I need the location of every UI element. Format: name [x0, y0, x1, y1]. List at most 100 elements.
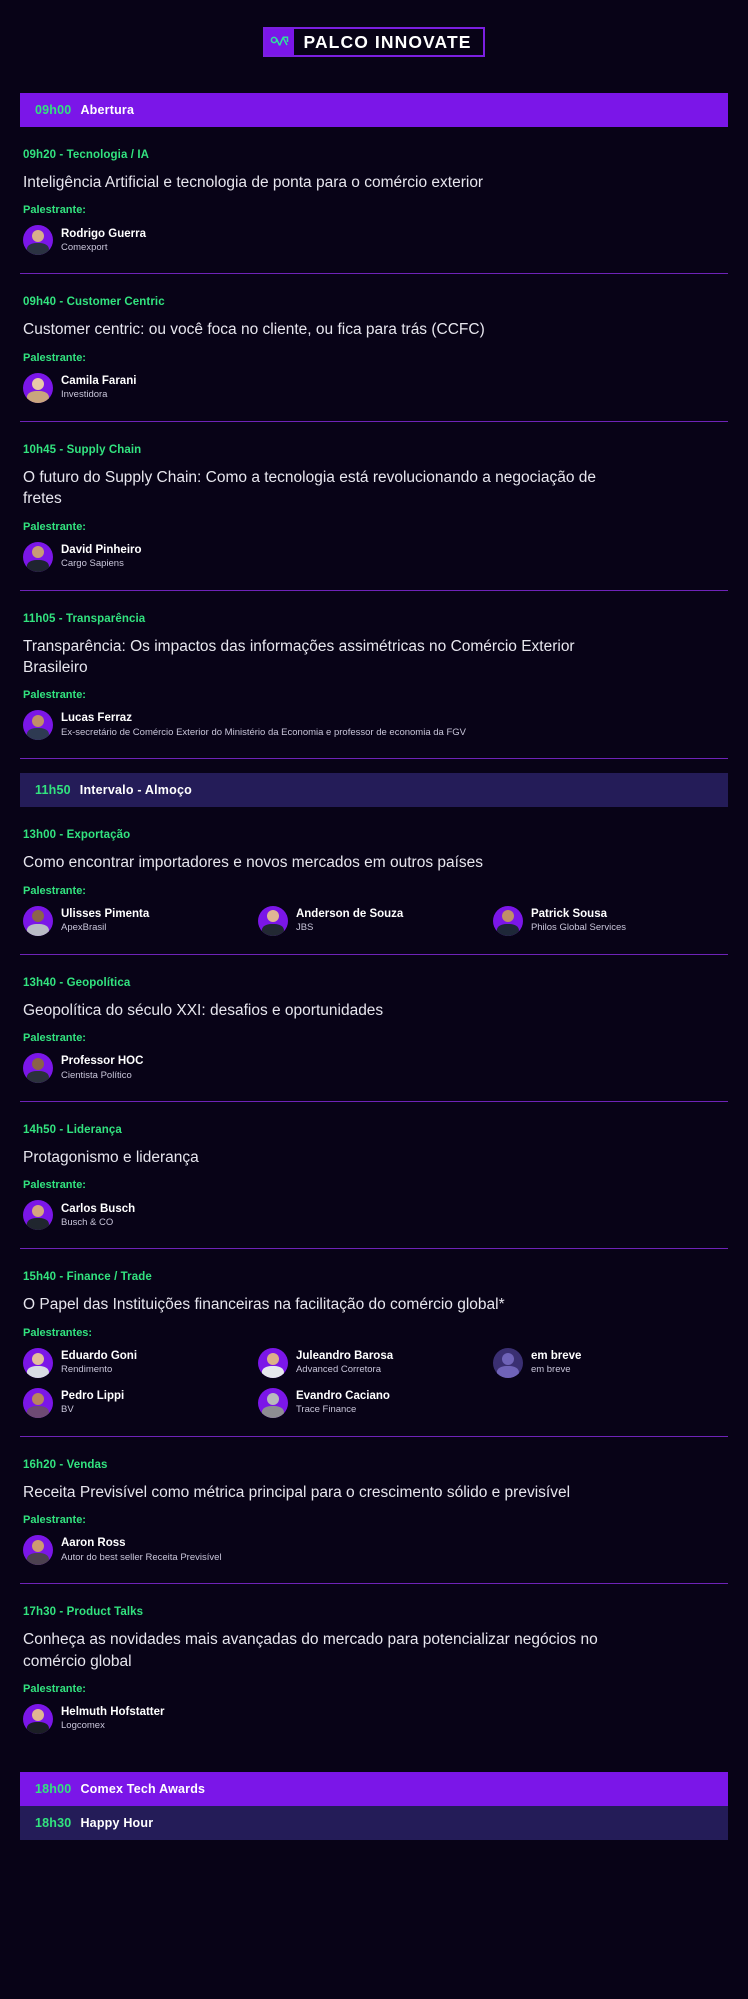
- avatar: [492, 905, 523, 936]
- avatar: [23, 372, 53, 403]
- speaker-name: Patrick Sousa: [530, 907, 608, 920]
- speaker-name: em breve: [530, 1349, 582, 1362]
- speaker-org: Cientista Político: [61, 1069, 132, 1081]
- speaker-grid: Camila Farani Investidora: [23, 372, 728, 403]
- session-finance-trade[interactable]: 15h40 - Finance / Trade O Papel das Inst…: [20, 1249, 728, 1437]
- banner-label: Happy Hour: [80, 1815, 154, 1830]
- speaker-org: JBS: [295, 922, 314, 934]
- speaker-card[interactable]: Lucas Ferraz Ex-secretário de Comércio E…: [23, 710, 728, 741]
- session-time-track: 10h45 - Supply Chain: [23, 443, 142, 456]
- speaker-grid: Rodrigo Guerra Comexport: [23, 225, 728, 256]
- session-title: Geopolítica do século XXI: desafios e op…: [23, 1001, 384, 1019]
- session-title: Customer centric: ou você foca no client…: [23, 321, 485, 339]
- avatar: [257, 1387, 288, 1418]
- session-title: Inteligência Artificial e tecnologia de …: [23, 174, 484, 191]
- session-supply-chain[interactable]: 10h45 - Supply Chain O futuro do Supply …: [20, 422, 728, 591]
- speaker-name: Camila Farani: [61, 374, 137, 387]
- speaker-org: Ex-secretário de Comércio Exterior do Mi…: [61, 726, 466, 738]
- session-title: Transparência: Os impactos das informaçõ…: [23, 637, 575, 676]
- speaker-org: Investidora: [61, 389, 108, 401]
- speaker-card[interactable]: Professor HOC Cientista Político: [23, 1053, 728, 1083]
- speaker-name: Ulisses Pimenta: [61, 907, 150, 920]
- speaker-grid: Eduardo Goni Rendimento Juleandro Barosa…: [23, 1347, 728, 1418]
- speaker-card[interactable]: Carlos Busch Busch & CO: [23, 1200, 728, 1231]
- avatar: [23, 1387, 53, 1418]
- banner-time: 11h50: [35, 783, 71, 798]
- speaker-card[interactable]: Rodrigo Guerra Comexport: [23, 225, 728, 256]
- logo-text: PALCO INNOVATE: [303, 31, 472, 52]
- session-product-talks[interactable]: 17h30 - Product Talks Conheça as novidad…: [20, 1584, 728, 1752]
- banner-label: Comex Tech Awards: [80, 1781, 206, 1796]
- speakers-label: Palestrante:: [23, 884, 86, 897]
- session-time-track: 09h40 - Customer Centric: [23, 296, 165, 309]
- speaker-grid: Ulisses Pimenta ApexBrasil Anderson de S…: [23, 905, 728, 936]
- speaker-name: Juleandro Barosa: [295, 1349, 394, 1362]
- speaker-org: Comexport: [61, 241, 108, 253]
- session-time-track: 11h05 - Transparência: [23, 612, 146, 625]
- session-tecnologia-ia[interactable]: 09h20 - Tecnologia / IA Inteligência Art…: [20, 127, 728, 275]
- session-title: Protagonismo e liderança: [23, 1149, 199, 1166]
- speaker-card[interactable]: Anderson de Souza JBS: [257, 905, 493, 936]
- banner-happy-hour[interactable]: 18h30 Happy Hour: [20, 1805, 728, 1840]
- banner-abertura[interactable]: 09h00 Abertura: [20, 93, 728, 127]
- speaker-grid: Professor HOC Cientista Político: [23, 1053, 728, 1083]
- session-exportacao[interactable]: 13h00 - Exportação Como encontrar import…: [20, 807, 728, 955]
- session-vendas[interactable]: 16h20 - Vendas Receita Previsível como m…: [20, 1437, 728, 1585]
- banner-label: Abertura: [80, 103, 135, 117]
- speaker-card[interactable]: Patrick Sousa Philos Global Services: [492, 905, 728, 936]
- speaker-org: Philos Global Services: [530, 922, 626, 934]
- speaker-org: Busch & CO: [61, 1216, 114, 1228]
- speakers-label: Palestrante:: [23, 204, 86, 217]
- speakers-label: Palestrante:: [23, 520, 86, 533]
- avatar: [23, 1053, 53, 1083]
- banner-comex-tech-awards[interactable]: 18h00 Comex Tech Awards: [20, 1771, 728, 1806]
- avatar: [257, 905, 288, 936]
- session-time-track: 13h40 - Geopolítica: [23, 976, 131, 989]
- speaker-name: Pedro Lippi: [61, 1389, 125, 1402]
- session-customer-centric[interactable]: 09h40 - Customer Centric Customer centri…: [20, 274, 728, 422]
- speaker-card[interactable]: Helmuth Hofstatter Logcomex: [23, 1703, 728, 1734]
- speaker-org: ApexBrasil: [61, 922, 107, 934]
- analytics-arrow-icon: [265, 29, 295, 55]
- speaker-name: Evandro Caciano: [295, 1389, 390, 1402]
- speaker-card-placeholder[interactable]: em breve em breve: [492, 1347, 728, 1378]
- speaker-card[interactable]: Ulisses Pimenta ApexBrasil: [23, 905, 258, 936]
- agenda-list: 09h00 Abertura 09h20 - Tecnologia / IA I…: [0, 93, 748, 1866]
- speakers-label: Palestrante:: [23, 351, 86, 364]
- avatar: [257, 1347, 288, 1378]
- session-time-track: 16h20 - Vendas: [23, 1458, 108, 1471]
- session-time-track: 15h40 - Finance / Trade: [23, 1271, 152, 1284]
- speaker-card[interactable]: Camila Farani Investidora: [23, 372, 728, 403]
- speakers-label: Palestrante:: [23, 1682, 86, 1695]
- speaker-card[interactable]: Juleandro Barosa Advanced Corretora: [257, 1347, 493, 1378]
- banner-time: 09h00: [35, 103, 72, 117]
- speakers-label: Palestrantes:: [23, 1326, 93, 1339]
- speaker-name: Rodrigo Guerra: [61, 227, 146, 240]
- speaker-name: David Pinheiro: [61, 543, 142, 556]
- speaker-card[interactable]: Aaron Ross Autor do best seller Receita …: [23, 1535, 728, 1566]
- speakers-label: Palestrante:: [23, 689, 86, 702]
- session-title: Conheça as novidades mais avançadas do m…: [23, 1631, 598, 1670]
- session-transparencia[interactable]: 11h05 - Transparência Transparência: Os …: [20, 591, 728, 760]
- speaker-name: Aaron Ross: [61, 1537, 126, 1550]
- speaker-org: Logcomex: [61, 1720, 105, 1732]
- person-placeholder-icon: [492, 1347, 523, 1378]
- session-title: Como encontrar importadores e novos merc…: [23, 854, 484, 872]
- speaker-card[interactable]: Eduardo Goni Rendimento: [23, 1347, 258, 1378]
- avatar: [23, 1535, 53, 1566]
- speaker-card[interactable]: David Pinheiro Cargo Sapiens: [23, 541, 728, 572]
- speaker-org: Autor do best seller Receita Previsível: [61, 1551, 222, 1563]
- session-lideranca[interactable]: 14h50 - Liderança Protagonismo e lideran…: [20, 1102, 728, 1250]
- speaker-card[interactable]: Evandro Caciano Trace Finance: [257, 1387, 493, 1418]
- avatar: [23, 710, 53, 741]
- speaker-name: Professor HOC: [61, 1055, 144, 1068]
- avatar: [23, 1703, 53, 1734]
- session-time-track: 13h00 - Exportação: [23, 829, 131, 842]
- speaker-name: Anderson de Souza: [295, 907, 404, 920]
- speaker-card[interactable]: Pedro Lippi BV: [23, 1387, 258, 1418]
- avatar: [23, 1200, 53, 1231]
- speaker-org: Advanced Corretora: [295, 1364, 381, 1376]
- banner-intervalo-almoco[interactable]: 11h50 Intervalo - Almoço: [20, 773, 728, 808]
- speaker-grid: Carlos Busch Busch & CO: [23, 1200, 728, 1231]
- session-geopolitica[interactable]: 13h40 - Geopolítica Geopolítica do sécul…: [20, 955, 728, 1102]
